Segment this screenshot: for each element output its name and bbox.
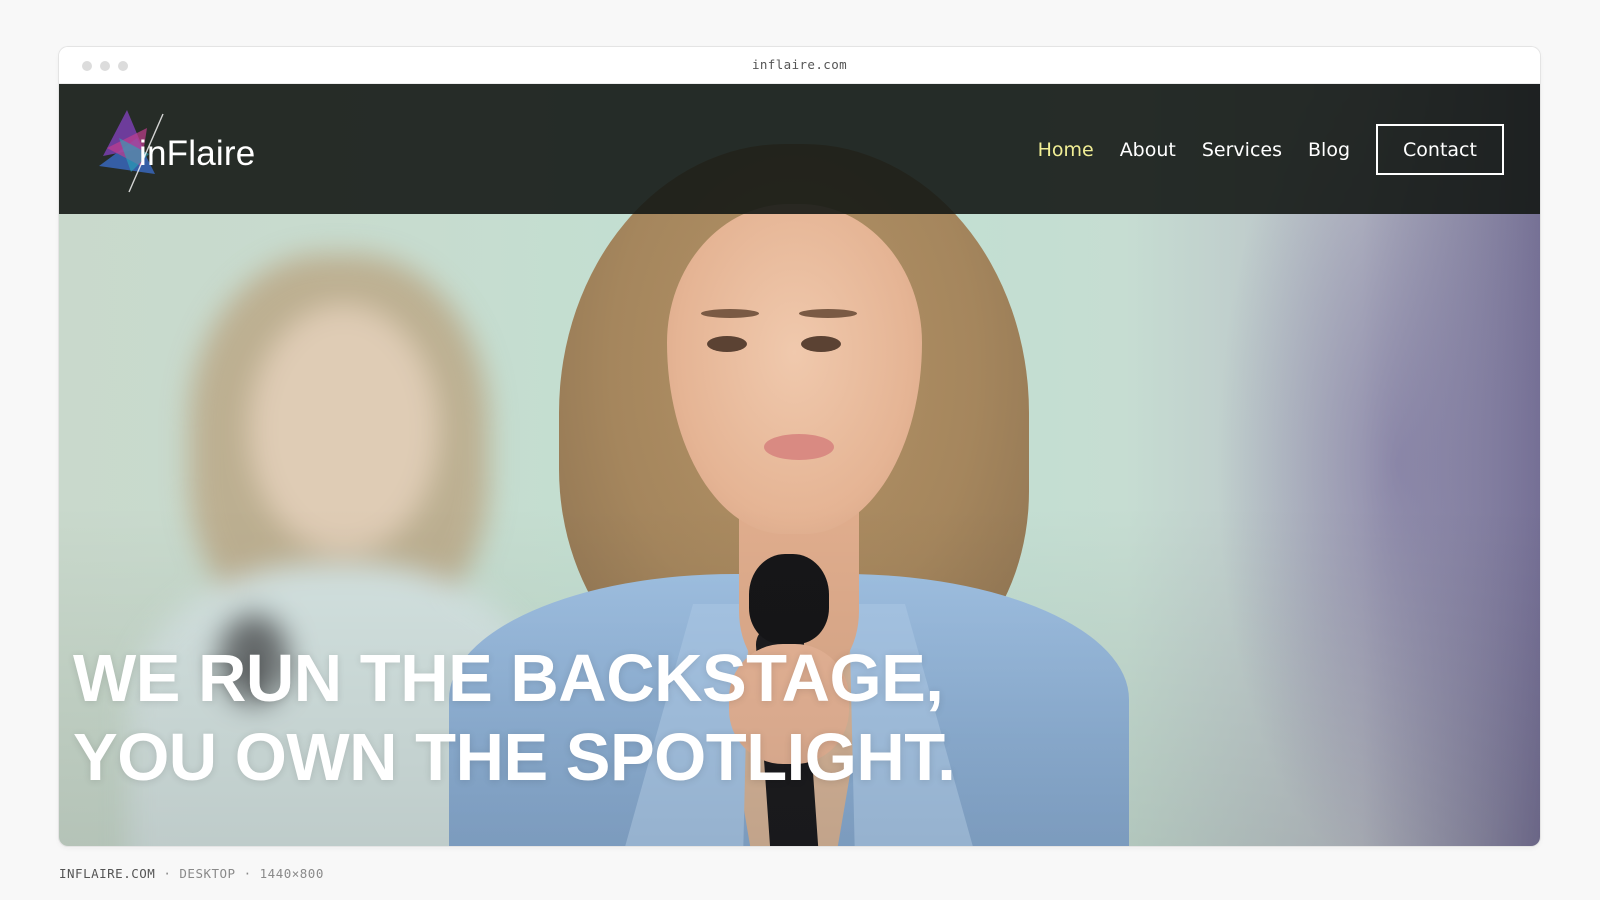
caption-site: INFLAIRE.COM <box>59 866 156 881</box>
address-bar[interactable]: inflaire.com <box>59 57 1540 72</box>
contact-button[interactable]: Contact <box>1376 124 1504 175</box>
caption-device: DESKTOP <box>179 866 236 881</box>
screenshot-caption: INFLAIRE.COM · DESKTOP · 1440×800 <box>59 866 324 881</box>
hero-headline-line-1: WE RUN THE BACKSTAGE, <box>73 641 944 716</box>
hero-headline-line-2: YOU OWN THE SPOTLIGHT. <box>73 720 956 795</box>
browser-toolbar: inflaire.com <box>59 47 1540 84</box>
nav-home[interactable]: Home <box>1038 139 1094 161</box>
site-logo[interactable]: inFlaire <box>97 108 277 194</box>
site-header: inFlaire Home About Services Blog Contac… <box>59 84 1540 214</box>
logo-wordmark: inFlaire <box>139 134 256 173</box>
page-viewport: inFlaire Home About Services Blog Contac… <box>59 84 1540 846</box>
nav-services[interactable]: Services <box>1202 139 1282 161</box>
caption-size: 1440×800 <box>259 866 324 881</box>
browser-window: inflaire.com inFlaire Home About Service… <box>59 47 1540 846</box>
nav-about[interactable]: About <box>1120 139 1176 161</box>
hero-headline: WE RUN THE BACKSTAGE, YOU OWN THE SPOTLI… <box>73 639 956 797</box>
caption-separator: · <box>235 866 260 881</box>
main-nav: Home About Services Blog Contact <box>1012 124 1504 175</box>
nav-blog[interactable]: Blog <box>1308 139 1350 161</box>
caption-separator: · <box>155 866 180 881</box>
